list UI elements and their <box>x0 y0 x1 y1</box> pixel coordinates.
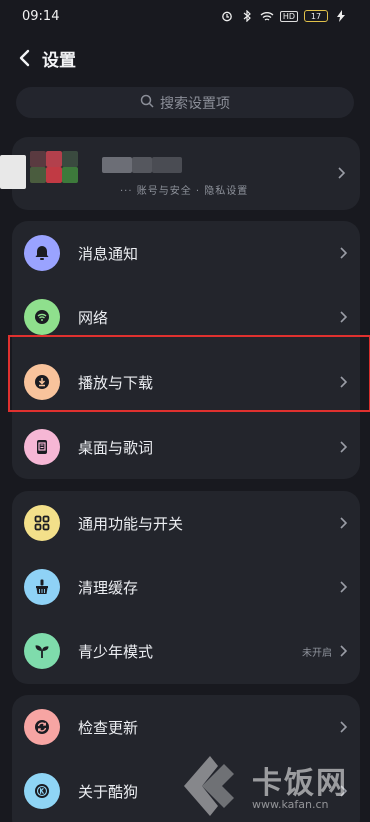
row-teen-mode[interactable]: 青少年模式 未开启 <box>12 619 360 683</box>
teen-mode-status: 未开启 <box>302 647 332 659</box>
chevron-right-icon <box>338 375 348 389</box>
chevron-right-icon <box>338 644 348 658</box>
row-desktop-lyrics[interactable]: 桌面与歌词 <box>12 415 360 479</box>
row-label: 清理缓存 <box>78 578 139 597</box>
lyrics-icon <box>24 429 60 465</box>
watermark-logo-icon <box>184 756 234 816</box>
row-label: 检查更新 <box>78 718 139 737</box>
chevron-right-icon <box>338 440 348 454</box>
search-bar[interactable]: 搜索设置项 <box>16 87 354 118</box>
row-label: 网络 <box>78 308 109 327</box>
chevron-right-icon <box>338 246 348 260</box>
row-clear-cache[interactable]: 清理缓存 <box>12 555 360 619</box>
row-label: 消息通知 <box>78 244 139 263</box>
hd-badge: HD <box>279 10 298 22</box>
profile-subtitle: ··· 账号与安全 · 隐私设置 <box>120 186 249 197</box>
charging-icon <box>334 10 348 22</box>
profile-card[interactable]: ··· 账号与安全 · 隐私设置 <box>0 137 360 210</box>
back-arrow-icon[interactable] <box>14 48 34 68</box>
wifi-icon <box>24 299 60 335</box>
bluetooth-icon <box>240 10 254 22</box>
search-placeholder: 搜索设置项 <box>160 95 230 112</box>
battery-icon: 17 <box>304 10 328 22</box>
wifi-status-icon <box>260 10 274 22</box>
chevron-right-icon <box>338 310 348 324</box>
status-bar: 09:14 HD 17 <box>0 0 370 32</box>
settings-group-1: 消息通知 网络 播放与下载 桌面与歌词 <box>12 221 360 479</box>
search-icon <box>140 94 154 112</box>
battery-level: 17 <box>310 11 322 21</box>
kugou-icon <box>24 773 60 809</box>
broom-icon <box>24 569 60 605</box>
page-title: 设置 <box>42 50 76 71</box>
row-label: 桌面与歌词 <box>78 438 154 457</box>
header: 设置 <box>0 38 370 78</box>
chevron-right-icon <box>338 580 348 594</box>
row-notifications[interactable]: 消息通知 <box>12 221 360 285</box>
chevron-right-icon <box>338 516 348 530</box>
row-label: 播放与下载 <box>78 373 154 392</box>
watermark-text: 卡饭网 <box>252 766 348 801</box>
chevron-right-icon <box>336 166 346 180</box>
bell-icon <box>24 235 60 271</box>
chevron-right-icon <box>338 720 348 734</box>
row-playback-download[interactable]: 播放与下载 <box>12 349 360 415</box>
status-icons: HD 17 <box>220 10 348 22</box>
row-general-features[interactable]: 通用功能与开关 <box>12 491 360 555</box>
watermark-url: www.kafan.cn <box>252 798 329 811</box>
row-label: 青少年模式 <box>78 642 154 661</box>
refresh-icon <box>24 709 60 745</box>
row-label: 通用功能与开关 <box>78 514 184 533</box>
grid-icon <box>24 505 60 541</box>
status-time: 09:14 <box>22 8 60 24</box>
sprout-icon <box>24 633 60 669</box>
row-network[interactable]: 网络 <box>12 285 360 349</box>
settings-group-2: 通用功能与开关 清理缓存 青少年模式 未开启 <box>12 491 360 684</box>
alarm-icon <box>220 10 234 22</box>
watermark: 卡饭网 www.kafan.cn <box>180 750 370 822</box>
download-icon <box>24 364 60 400</box>
